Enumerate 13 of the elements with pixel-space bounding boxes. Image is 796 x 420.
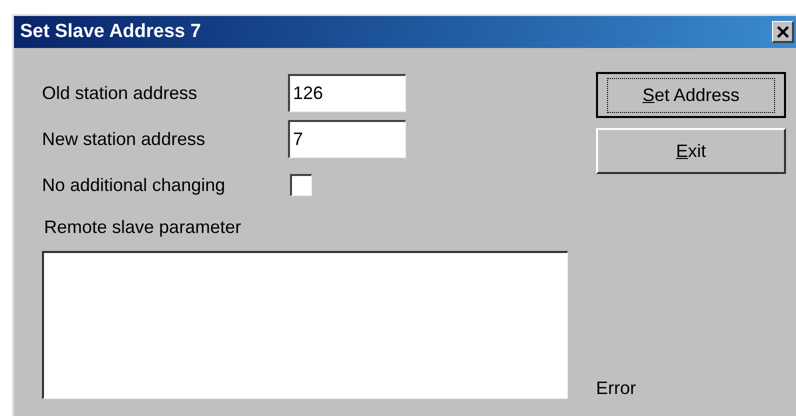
close-icon: [776, 26, 788, 38]
input-field[interactable]: 7: [288, 120, 406, 158]
section-label: Remote slave parameter: [44, 216, 242, 239]
dialog-button[interactable]: Set Address: [596, 72, 786, 118]
close-button[interactable]: [772, 21, 794, 43]
field-label: New station address: [42, 128, 206, 150]
input-field[interactable]: 126: [288, 74, 406, 112]
checkbox[interactable]: [290, 174, 312, 196]
status-text: Error: [596, 377, 637, 400]
dialog-button[interactable]: Exit: [596, 128, 786, 174]
checkbox-label: No additional changing: [42, 174, 226, 197]
window-title: Set Slave Address 7: [20, 20, 201, 44]
field-label: Old station address: [42, 82, 198, 104]
